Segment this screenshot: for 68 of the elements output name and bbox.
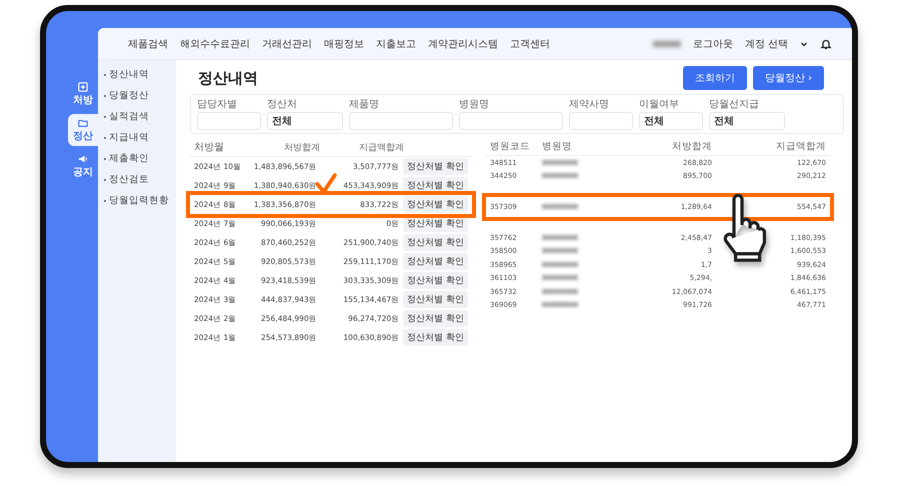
filter-field[interactable]: 전체 — [709, 112, 785, 130]
settlement-check-button[interactable]: 정산처별 확인 — [403, 272, 468, 289]
bell-icon[interactable] — [820, 38, 832, 50]
plus-square-icon — [78, 82, 88, 92]
sidebar-item[interactable]: 지급내역 — [109, 131, 149, 144]
rail-tab[interactable]: 처방 — [68, 78, 98, 110]
settlement-check-button[interactable]: 정산처별 확인 — [403, 196, 468, 213]
column-header: 병원명 — [542, 140, 573, 153]
account-select[interactable]: 계정 선택 — [744, 36, 788, 50]
megaphone-icon — [78, 154, 88, 164]
filter-label: 당월선지급 — [709, 98, 760, 111]
blurred-hospital-name — [542, 160, 578, 165]
nav-link[interactable]: 매핑정보 — [324, 36, 364, 50]
column-header: 병원코드 — [490, 140, 531, 153]
blurred-hospital-name — [542, 288, 578, 294]
nav-link[interactable]: 거래선관리 — [262, 36, 312, 50]
nav-link[interactable]: 계약관리시스템 — [428, 36, 498, 50]
settlement-check-button[interactable]: 정산처별 확인 — [403, 234, 468, 251]
settlement-check-button[interactable]: 정산처별 확인 — [403, 291, 468, 308]
search-button[interactable]: 조회하기 — [682, 66, 747, 90]
blurred-hospital-name — [542, 302, 578, 308]
blurred-hospital-name — [542, 275, 578, 280]
settlement-check-button[interactable]: 정산처별 확인 — [403, 177, 468, 194]
logout-link[interactable]: 로그아웃 — [692, 36, 733, 50]
column-header: 지급액합계 — [775, 140, 826, 153]
sidebar-item[interactable]: 당월입력현황 — [109, 194, 169, 207]
settlement-check-button[interactable]: 정산처별 확인 — [403, 158, 468, 175]
filter-field[interactable]: 전체 — [267, 112, 343, 130]
filter-label: 제품명 — [349, 98, 380, 111]
settlement-check-button[interactable]: 정산처별 확인 — [403, 253, 468, 270]
monthly-settlement-button[interactable]: 당월정산 › — [752, 66, 824, 90]
blurred-hospital-name — [542, 262, 578, 267]
blurred-hospital-name — [542, 173, 578, 178]
settlement-check-button[interactable]: 정산처별 확인 — [403, 329, 468, 346]
blurred-hospital-name — [542, 234, 578, 240]
page-title: 정산내역 — [198, 68, 258, 88]
rail-tab[interactable]: 정산 — [68, 114, 98, 146]
nav-link[interactable]: 고객센터 — [510, 36, 550, 50]
filter-label: 담당자별 — [197, 98, 238, 111]
rail-tab[interactable]: 공지 — [68, 150, 98, 182]
sidebar-item[interactable]: 정산내역 — [109, 68, 149, 81]
settlement-check-button[interactable]: 정산처별 확인 — [403, 310, 468, 327]
blurred-hospital-name — [542, 248, 578, 254]
nav-link[interactable]: 해외수수료관리 — [180, 36, 250, 50]
filter-label: 병원명 — [459, 98, 490, 111]
filter-label: 정산처 — [267, 98, 298, 111]
column-header: 처방월 — [194, 141, 225, 154]
column-header: 처방합계 — [671, 140, 712, 153]
blurred-username — [652, 40, 681, 46]
blurred-hospital-name — [542, 204, 578, 209]
sidebar-item[interactable]: 정산검토 — [109, 173, 149, 186]
nav-link[interactable]: 지출보고 — [376, 36, 416, 50]
sidebar-item[interactable]: 실적검색 — [109, 110, 149, 123]
filter-field[interactable] — [459, 112, 563, 130]
column-header: 처방합계 — [283, 142, 320, 154]
column-header: 지급액합계 — [358, 142, 404, 154]
folder-icon — [78, 118, 88, 128]
filter-field[interactable]: 전체 — [639, 112, 703, 130]
filter-field[interactable] — [569, 112, 633, 130]
sidebar-item[interactable]: 제출확인 — [109, 152, 149, 165]
sidebar-item[interactable]: 당월정산 — [109, 89, 149, 102]
settlement-check-button[interactable]: 정산처별 확인 — [403, 215, 468, 232]
filter-label: 이월여부 — [639, 98, 680, 111]
filter-field[interactable] — [197, 112, 261, 130]
filter-label: 제약사명 — [569, 98, 610, 111]
nav-link[interactable]: 제품검색 — [128, 36, 168, 50]
filter-field[interactable] — [349, 112, 453, 130]
chevron-down-icon[interactable] — [800, 40, 808, 48]
